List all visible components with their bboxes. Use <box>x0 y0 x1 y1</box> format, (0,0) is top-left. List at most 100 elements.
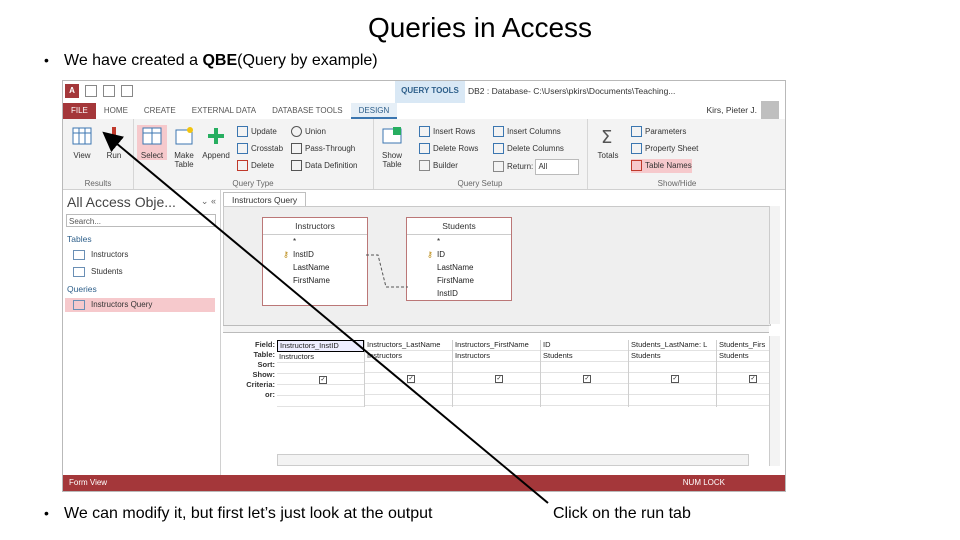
qbe-or-cell[interactable] <box>541 395 628 406</box>
run-button[interactable]: Run <box>99 125 129 160</box>
show-checkbox[interactable]: ✓ <box>671 375 679 383</box>
return-dropdown[interactable]: All <box>535 159 580 175</box>
chevron-down-icon[interactable]: ⌄ <box>201 196 209 206</box>
redo-icon[interactable] <box>121 85 133 97</box>
crosstab-button[interactable]: Crosstab <box>237 142 283 156</box>
qbe-table-cell[interactable]: Students <box>541 351 628 362</box>
qbe-vertical-scrollbar[interactable] <box>769 336 780 466</box>
qbe-field-cell[interactable]: Instructors_FirstName <box>453 340 540 351</box>
qbe-show-cell[interactable]: ✓ <box>717 373 772 384</box>
show-checkbox[interactable]: ✓ <box>495 375 503 383</box>
qbe-show-cell[interactable]: ✓ <box>365 373 452 384</box>
qbe-show-cell[interactable]: ✓ <box>453 373 540 384</box>
update-button[interactable]: Update <box>237 125 277 139</box>
qbe-sort-cell[interactable] <box>365 362 452 373</box>
field-item[interactable]: InstID <box>407 287 511 300</box>
document-tab-instructors-query[interactable]: Instructors Query <box>223 192 307 207</box>
qbe-or-cell[interactable] <box>277 396 364 407</box>
union-button[interactable]: Union <box>291 125 326 139</box>
delete-columns-button[interactable]: Delete Columns <box>493 142 564 156</box>
view-button[interactable]: View <box>67 125 97 160</box>
data-definition-button[interactable]: Data Definition <box>291 159 357 173</box>
nav-item-students[interactable]: Students <box>73 267 123 277</box>
property-sheet-button[interactable]: Property Sheet <box>631 142 698 156</box>
nav-search-input[interactable]: Search... <box>66 214 216 227</box>
qbe-table-cell[interactable]: Students <box>717 351 772 362</box>
tab-design[interactable]: DESIGN <box>350 103 398 119</box>
qbe-horizontal-scrollbar[interactable] <box>277 454 749 466</box>
pane-splitter[interactable] <box>223 325 769 333</box>
field-item-key[interactable]: ⚷ InstID <box>263 248 367 261</box>
tab-external-data[interactable]: EXTERNAL DATA <box>184 103 264 119</box>
field-item[interactable]: LastName <box>263 261 367 274</box>
field-item[interactable]: * <box>263 235 367 248</box>
qbe-sort-cell[interactable] <box>277 363 364 374</box>
qbe-or-cell[interactable] <box>453 395 540 406</box>
qbe-sort-cell[interactable] <box>453 362 540 373</box>
field-item[interactable]: FirstName <box>407 274 511 287</box>
qbe-criteria-cell[interactable] <box>717 384 772 395</box>
field-item-key[interactable]: ⚷ ID <box>407 248 511 261</box>
qbe-column[interactable]: Instructors_InstID Instructors ✓ <box>277 340 365 407</box>
totals-button[interactable]: Σ Totals <box>593 125 623 160</box>
user-name[interactable]: Kirs, Pieter J. <box>706 105 757 115</box>
return-control[interactable]: Return: All <box>493 159 580 175</box>
nav-category-queries[interactable]: Queries <box>67 284 97 294</box>
pass-through-button[interactable]: Pass-Through <box>291 142 355 156</box>
delete-query-button[interactable]: Delete <box>237 159 274 173</box>
qbe-sort-cell[interactable] <box>629 362 716 373</box>
nav-pane-title[interactable]: All Access Obje... <box>67 194 176 210</box>
qbe-column[interactable]: Students_Firs Students ✓ <box>717 340 772 407</box>
field-list-instructors[interactable]: Instructors * ⚷ InstID LastName FirstName <box>262 217 368 306</box>
qbe-table-cell[interactable]: Instructors <box>453 351 540 362</box>
qbe-column[interactable]: Instructors_FirstName Instructors ✓ <box>453 340 541 407</box>
qbe-criteria-cell[interactable] <box>365 384 452 395</box>
qbe-column[interactable]: Students_LastName: L Students ✓ <box>629 340 717 407</box>
qbe-or-cell[interactable] <box>629 395 716 406</box>
show-checkbox[interactable]: ✓ <box>583 375 591 383</box>
nav-category-tables[interactable]: Tables <box>67 234 92 244</box>
make-table-button[interactable]: Make Table <box>169 125 199 169</box>
append-button[interactable]: Append <box>201 125 231 160</box>
show-checkbox[interactable]: ✓ <box>407 375 415 383</box>
qbe-field-cell[interactable]: Students_LastName: L <box>629 340 716 351</box>
qbe-criteria-cell[interactable] <box>277 385 364 396</box>
undo-icon[interactable] <box>103 85 115 97</box>
field-list-students[interactable]: Students * ⚷ ID LastName FirstName InstID <box>406 217 512 301</box>
nav-item-instructors-query[interactable]: Instructors Query <box>65 298 215 312</box>
qbe-sort-cell[interactable] <box>541 362 628 373</box>
qbe-field-cell[interactable]: Instructors_LastName <box>365 340 452 351</box>
field-item[interactable]: * <box>407 235 511 248</box>
qbe-criteria-cell[interactable] <box>541 384 628 395</box>
qbe-show-cell[interactable]: ✓ <box>629 373 716 384</box>
qbe-column[interactable]: ID Students ✓ <box>541 340 629 407</box>
qbe-field-cell[interactable]: Instructors_InstID <box>277 340 364 352</box>
qbe-column[interactable]: Instructors_LastName Instructors ✓ <box>365 340 453 407</box>
qbe-show-cell[interactable]: ✓ <box>541 373 628 384</box>
show-checkbox[interactable]: ✓ <box>319 376 327 384</box>
qbe-criteria-cell[interactable] <box>453 384 540 395</box>
qbe-field-cell[interactable]: ID <box>541 340 628 351</box>
qbe-table-cell[interactable]: Instructors <box>365 351 452 362</box>
select-button[interactable]: Select <box>137 125 167 160</box>
avatar[interactable] <box>761 101 779 119</box>
qbe-or-cell[interactable] <box>365 395 452 406</box>
table-names-button[interactable]: Table Names <box>631 159 692 173</box>
field-item[interactable]: LastName <box>407 261 511 274</box>
tab-home[interactable]: HOME <box>96 103 136 119</box>
builder-button[interactable]: Builder <box>419 159 458 173</box>
qbe-or-cell[interactable] <box>717 395 772 406</box>
tab-create[interactable]: CREATE <box>136 103 184 119</box>
design-vertical-scrollbar[interactable] <box>769 206 780 324</box>
tab-database-tools[interactable]: DATABASE TOOLS <box>264 103 351 119</box>
insert-columns-button[interactable]: Insert Columns <box>493 125 561 139</box>
qbe-criteria-cell[interactable] <box>629 384 716 395</box>
tab-file[interactable]: FILE <box>63 103 96 119</box>
qbe-field-cell[interactable]: Students_Firs <box>717 340 772 351</box>
delete-rows-button[interactable]: Delete Rows <box>419 142 478 156</box>
qbe-sort-cell[interactable] <box>717 362 772 373</box>
parameters-button[interactable]: Parameters <box>631 125 686 139</box>
nav-item-instructors[interactable]: Instructors <box>73 250 128 260</box>
insert-rows-button[interactable]: Insert Rows <box>419 125 475 139</box>
field-item[interactable]: FirstName <box>263 274 367 287</box>
